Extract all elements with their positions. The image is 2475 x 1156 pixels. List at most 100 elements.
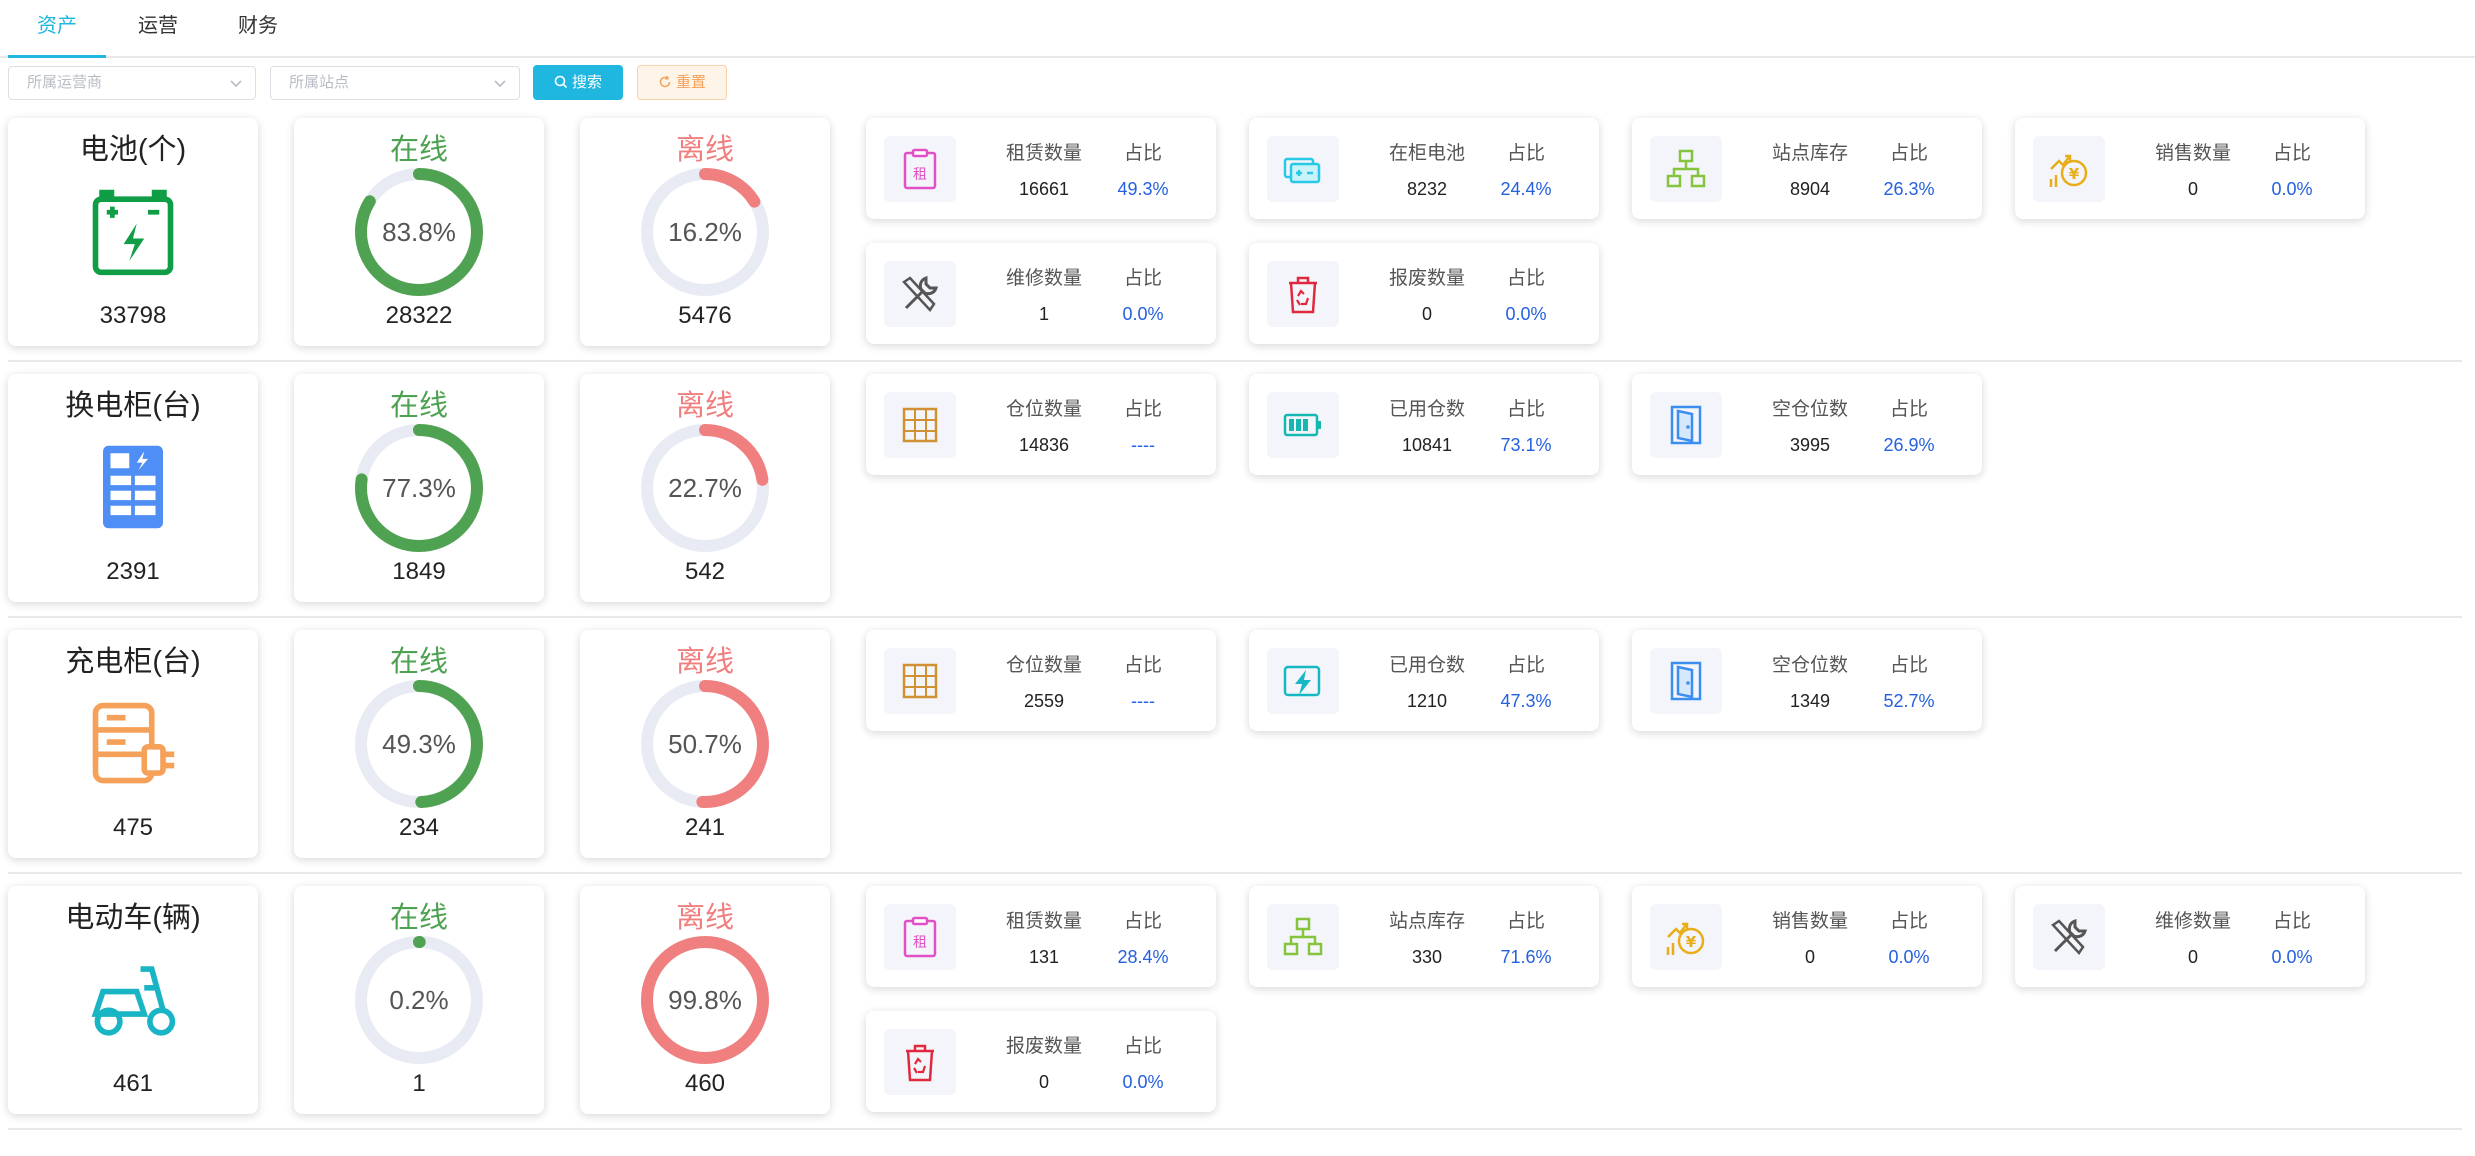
stat-ratio-label: 占比	[1889, 655, 1928, 676]
stat-icon-box	[1650, 136, 1722, 202]
search-icon	[554, 75, 568, 89]
section-total: 33798	[99, 302, 167, 329]
offline-count: 241	[684, 814, 726, 841]
stat-ratio: 28.4%	[1117, 947, 1169, 967]
offline-count: 460	[684, 1070, 726, 1097]
stat-card: 已用仓数 占比 10841 73.1%	[1249, 374, 1599, 475]
scooter-icon	[88, 954, 178, 1044]
stat-ratio: 0.0%	[1888, 947, 1930, 967]
stat-card: ¥ 销售数量 占比 0 0.0%	[2015, 118, 2365, 219]
section-summary-card: 换电柜(台) 2391	[8, 374, 258, 602]
operator-select[interactable]: 所属运营商	[8, 66, 256, 100]
reset-button[interactable]: 重置	[637, 65, 727, 100]
online-percent: 77.3%	[382, 473, 456, 503]
online-count: 28322	[385, 302, 453, 329]
station-select-placeholder: 所属站点	[289, 74, 350, 91]
online-percent: 49.3%	[382, 729, 456, 759]
section-summary-card: 充电柜(台) 475	[8, 630, 258, 858]
stat-value: 131	[1028, 947, 1060, 967]
stat-ratio-label: 占比	[2272, 143, 2311, 164]
section-title: 换电柜(台)	[65, 390, 201, 422]
stat-ratio: 49.3%	[1117, 179, 1169, 199]
svg-text:¥: ¥	[1686, 933, 1697, 951]
stat-value: 8904	[1789, 179, 1831, 199]
tab-assets[interactable]: 资产	[8, 0, 106, 58]
stat-label: 仓位数量	[1005, 655, 1082, 676]
stat-icon-box: 租	[884, 136, 956, 202]
stat-label: 空仓位数	[1771, 655, 1848, 676]
offline-label: 离线	[675, 646, 734, 678]
section-title: 充电柜(台)	[65, 646, 201, 678]
stat-icon-box	[1650, 648, 1722, 714]
stat-icon-box	[1267, 392, 1339, 458]
stat-value: 0	[1038, 1072, 1049, 1092]
stat-value: 10841	[1401, 435, 1453, 455]
stat-card: 报废数量 占比 0 0.0%	[866, 1011, 1216, 1112]
offline-status-card: 离线 16.2% 5476	[580, 118, 830, 346]
stat-icon-box	[884, 1029, 956, 1095]
stat-icon-box	[884, 392, 956, 458]
stat-ratio-label: 占比	[1123, 268, 1162, 289]
stat-ratio: ----	[1131, 435, 1155, 455]
stat-ratio-label: 占比	[1889, 143, 1928, 164]
stat-card: 已用仓数 占比 1210 47.3%	[1249, 630, 1599, 731]
offline-percent: 50.7%	[668, 729, 742, 759]
section-total: 2391	[106, 558, 160, 585]
stat-card: 站点库存 占比 8904 26.3%	[1632, 118, 1982, 219]
station-select[interactable]: 所属站点	[270, 66, 520, 100]
section-divider	[8, 1128, 2462, 1130]
offline-percent: 99.8%	[668, 985, 742, 1015]
stat-label: 已用仓数	[1388, 655, 1465, 676]
stat-ratio: 52.7%	[1883, 691, 1935, 711]
stat-value: 1349	[1789, 691, 1831, 711]
section-total: 475	[112, 814, 154, 841]
offline-status-card: 离线 99.8% 460	[580, 886, 830, 1114]
refresh-icon	[659, 75, 671, 88]
stat-value: 0	[2187, 947, 2198, 967]
stat-label: 站点库存	[1771, 143, 1848, 164]
stat-label: 报废数量	[1388, 268, 1465, 289]
stat-icon-box	[1267, 648, 1339, 714]
stat-icon-box	[2033, 904, 2105, 970]
online-status-card: 在线 49.3% 234	[294, 630, 544, 858]
tab-bar: 资产 运营 财务	[0, 0, 2475, 58]
stat-value: 1210	[1406, 691, 1448, 711]
online-label: 在线	[389, 646, 448, 678]
stat-icon-box	[1267, 261, 1339, 327]
offline-status-card: 离线 50.7% 241	[580, 630, 830, 858]
stat-label: 维修数量	[2154, 911, 2231, 932]
stat-icon-box	[1267, 904, 1339, 970]
stat-ratio: 0.0%	[2271, 947, 2313, 967]
stat-ratio-label: 占比	[1123, 911, 1162, 932]
stat-icon-box	[1267, 136, 1339, 202]
tab-operations[interactable]: 运营	[120, 0, 196, 58]
stat-card: 维修数量 占比 0 0.0%	[2015, 886, 2365, 987]
stat-label: 站点库存	[1388, 911, 1465, 932]
stat-ratio: 24.4%	[1500, 179, 1552, 199]
stat-icon-box	[884, 261, 956, 327]
stat-ratio-label: 占比	[1123, 143, 1162, 164]
stat-ratio: 26.9%	[1883, 435, 1935, 455]
section-divider	[8, 872, 2462, 874]
stat-value: 3995	[1789, 435, 1831, 455]
search-button[interactable]: 搜索	[533, 65, 623, 100]
stat-ratio: 26.3%	[1883, 179, 1935, 199]
svg-text:租: 租	[913, 167, 927, 183]
stat-label: 销售数量	[2154, 143, 2231, 164]
offline-count: 542	[684, 558, 726, 585]
stat-label: 仓位数量	[1005, 399, 1082, 420]
stat-value: 14836	[1018, 435, 1070, 455]
stat-ratio-label: 占比	[1889, 399, 1928, 420]
stat-card: 仓位数量 占比 14836 ----	[866, 374, 1216, 475]
section-summary-card: 电动车(辆) 461	[8, 886, 258, 1114]
stat-card: 仓位数量 占比 2559 ----	[866, 630, 1216, 731]
stat-icon-box: ¥	[2033, 136, 2105, 202]
stat-value: 0	[1804, 947, 1815, 967]
offline-count: 5476	[678, 302, 732, 329]
stat-label: 租赁数量	[1005, 911, 1082, 932]
tab-finance[interactable]: 财务	[220, 0, 296, 58]
chevron-down-icon	[494, 80, 506, 88]
stat-icon-box: ¥	[1650, 904, 1722, 970]
section-summary-card: 电池(个) 33798	[8, 118, 258, 346]
online-count: 234	[398, 814, 440, 841]
